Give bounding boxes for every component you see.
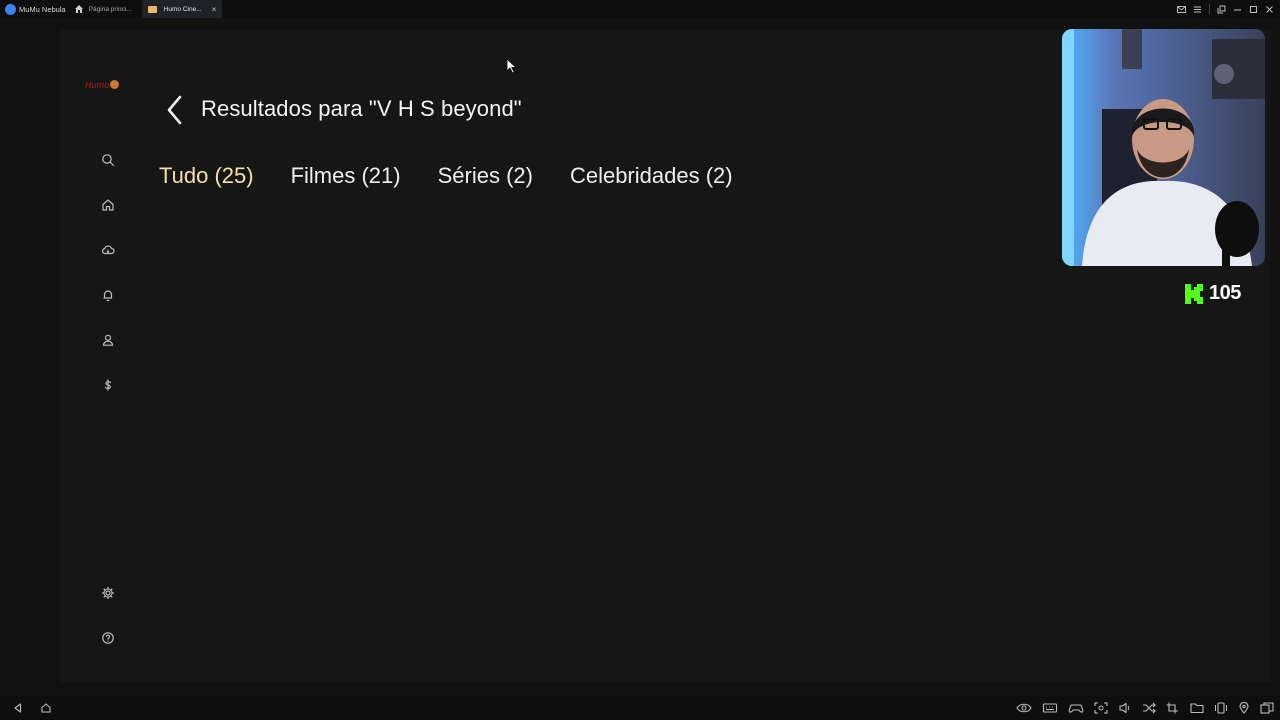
folder-icon[interactable]	[1190, 702, 1204, 714]
kick-viewer-counter: 105	[1184, 282, 1241, 305]
mouse-cursor-icon	[506, 58, 518, 74]
bell-icon[interactable]	[100, 287, 116, 303]
window-controls	[1177, 0, 1274, 18]
multi-window-icon[interactable]	[1260, 702, 1274, 714]
back-icon[interactable]	[12, 702, 24, 714]
location-icon[interactable]	[1238, 702, 1250, 714]
restore-icon[interactable]	[1217, 5, 1226, 14]
maximize-icon[interactable]	[1249, 5, 1258, 14]
screenshot-icon[interactable]	[1094, 702, 1108, 714]
filter-tabs: Tudo (25) Filmes (21) Séries (2) Celebri…	[159, 163, 770, 189]
eye-icon[interactable]	[1016, 702, 1032, 714]
close-icon[interactable]	[1265, 5, 1274, 14]
home-icon	[74, 4, 84, 14]
cloud-icon[interactable]	[100, 242, 116, 258]
tab-label: Página princi...	[88, 5, 132, 13]
logo-text: Humo	[85, 80, 110, 90]
emulator-app-name: MuMu Nebula	[19, 4, 66, 14]
logo-mark-icon	[110, 80, 119, 89]
tab-humo-cine[interactable]: Humo Cine... ×	[141, 0, 223, 18]
back-button[interactable]	[163, 95, 187, 125]
app-favicon-icon	[147, 5, 157, 13]
crop-icon[interactable]	[1166, 702, 1180, 714]
viewer-count: 105	[1209, 282, 1241, 304]
mumu-logo-icon	[5, 3, 16, 15]
minimize-icon[interactable]	[1233, 5, 1242, 14]
dollar-icon[interactable]	[100, 377, 116, 393]
emulator-logo[interactable]: MuMu Nebula	[0, 0, 66, 18]
menu-icon[interactable]	[1193, 5, 1202, 14]
tab-all[interactable]: Tudo (25)	[159, 163, 254, 189]
app-logo[interactable]: Humo	[85, 78, 119, 92]
streamer-webcam-image	[1062, 29, 1265, 266]
tab-home[interactable]: Página princi...	[68, 0, 138, 18]
page-title: Resultados para "V H S beyond"	[201, 96, 522, 121]
kick-logo-icon	[1185, 283, 1203, 304]
tab-series[interactable]: Séries (2)	[438, 163, 533, 189]
mail-icon[interactable]	[1177, 5, 1186, 14]
help-icon[interactable]	[100, 630, 116, 646]
user-icon[interactable]	[100, 332, 116, 348]
tab-movies[interactable]: Filmes (21)	[291, 163, 401, 189]
divider	[1209, 4, 1210, 14]
tab-close-icon[interactable]: ×	[212, 5, 217, 14]
webcam-overlay	[1062, 29, 1265, 266]
volume-icon[interactable]	[1118, 702, 1132, 714]
tab-celebrities[interactable]: Celebridades (2)	[570, 163, 733, 189]
shuffle-icon[interactable]	[1142, 702, 1156, 714]
emulator-bottom-bar	[0, 696, 1280, 720]
tab-label: Humo Cine...	[163, 5, 202, 13]
home-icon[interactable]	[100, 197, 116, 213]
settings-icon[interactable]	[100, 585, 116, 601]
gamepad-icon[interactable]	[1068, 702, 1084, 714]
keyboard-icon[interactable]	[1042, 702, 1058, 714]
home-icon[interactable]	[40, 702, 52, 714]
search-icon[interactable]	[100, 152, 116, 168]
chevron-left-icon	[167, 95, 182, 125]
emulator-titlebar: MuMu Nebula Página princi... Humo Cine..…	[0, 0, 1280, 18]
shake-icon[interactable]	[1214, 702, 1228, 714]
